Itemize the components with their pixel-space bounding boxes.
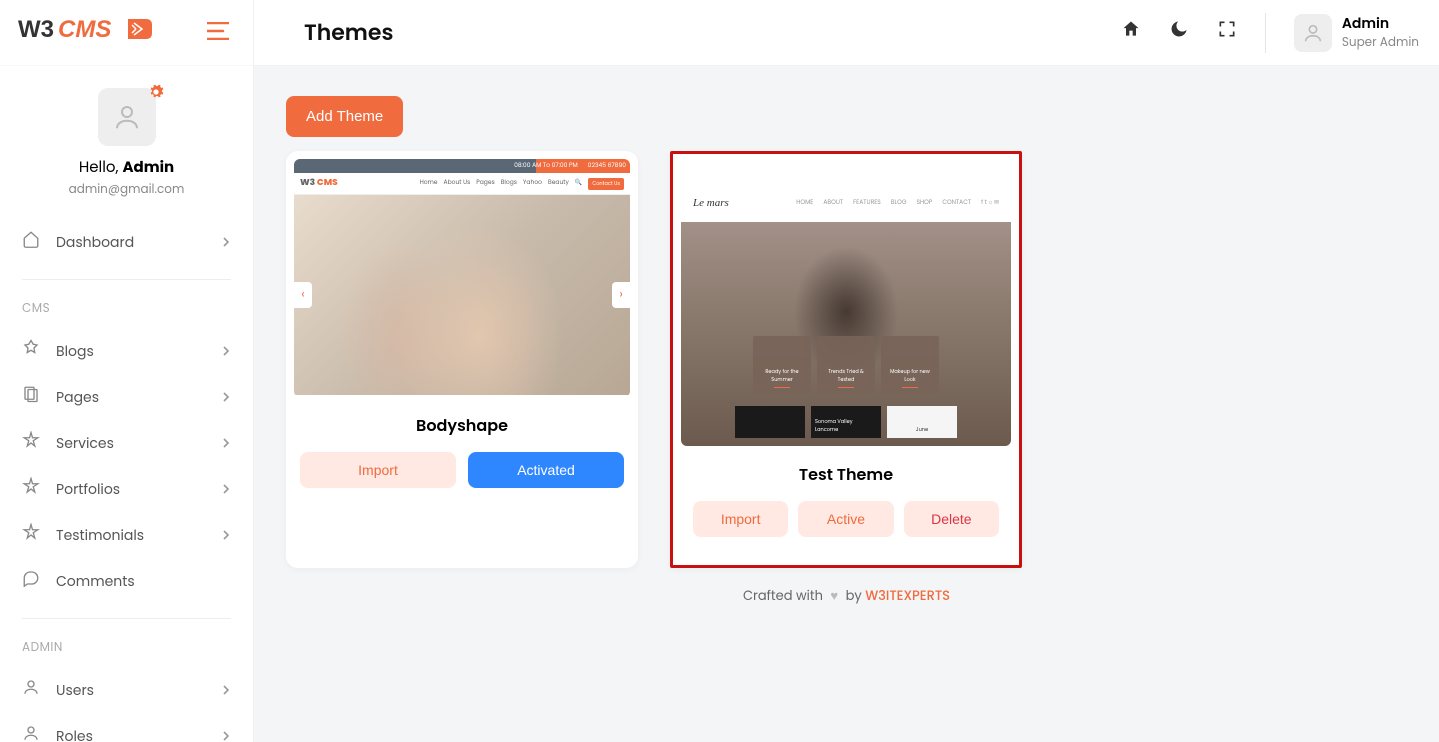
svg-text:W3: W3	[18, 16, 54, 43]
user-icon	[22, 678, 42, 702]
import-button[interactable]: Import	[300, 452, 456, 488]
sidebar-item-users[interactable]: Users	[16, 667, 237, 713]
activated-button[interactable]: Activated	[468, 452, 624, 488]
sidebar-nav: Dashboard CMS Blogs Pages Services	[0, 213, 253, 742]
user-name: Admin	[1342, 13, 1419, 34]
theme-name: Test Theme	[681, 462, 1011, 487]
gear-icon[interactable]	[148, 82, 164, 107]
nav-label: Pages	[56, 387, 99, 408]
theme-card-bodyshape: 08:00 AM To 07:00 PM02345 67890 W3 CMS H…	[286, 151, 638, 568]
moon-icon[interactable]	[1169, 19, 1189, 46]
nav-label: Dashboard	[56, 232, 134, 253]
chevron-right-icon	[221, 387, 231, 408]
logo-row: W3 CMS	[0, 0, 253, 66]
chevron-right-icon	[221, 232, 231, 253]
star-icon	[22, 523, 42, 547]
nav-label: Roles	[56, 726, 93, 742]
sidebar-item-services[interactable]: Services	[16, 420, 237, 466]
chevron-right-icon	[221, 680, 231, 701]
footer: Crafted with ♥ by W3ITEXPERTS	[286, 568, 1407, 620]
theme-preview: Le mars HOMEABOUTFEATURESBLOGSHOPCONTACT…	[681, 184, 1011, 446]
sidebar-item-blogs[interactable]: Blogs	[16, 328, 237, 374]
carousel-next-icon[interactable]: ›	[612, 282, 630, 308]
page-title: Themes	[304, 16, 393, 49]
carousel-prev-icon[interactable]: ‹	[294, 282, 312, 308]
user-chip[interactable]: Admin Super Admin	[1294, 13, 1419, 52]
hamburger-icon[interactable]	[207, 16, 229, 49]
svg-text:CMS: CMS	[58, 16, 111, 43]
add-theme-button[interactable]: Add Theme	[286, 96, 403, 137]
home-icon[interactable]	[1121, 19, 1141, 46]
nav-section-admin: ADMIN	[16, 633, 237, 667]
sidebar-item-dashboard[interactable]: Dashboard	[16, 219, 237, 265]
sidebar-item-testimonials[interactable]: Testimonials	[16, 512, 237, 558]
user-icon	[22, 724, 42, 742]
content-area: Add Theme 08:00 AM To 07:00 PM02345 6789…	[254, 66, 1439, 742]
theme-name: Bodyshape	[294, 413, 630, 438]
fullscreen-icon[interactable]	[1217, 19, 1237, 46]
sidebar: W3 CMS Hello, Admin admin@gmail.com Das	[0, 0, 254, 742]
star-icon	[22, 477, 42, 501]
pin-icon	[22, 339, 42, 363]
pages-icon	[22, 385, 42, 409]
sidebar-item-pages[interactable]: Pages	[16, 374, 237, 420]
active-button[interactable]: Active	[798, 501, 893, 537]
star-icon	[22, 431, 42, 455]
nav-label: Blogs	[56, 341, 94, 362]
sidebar-profile: Hello, Admin admin@gmail.com	[0, 66, 253, 213]
theme-preview: 08:00 AM To 07:00 PM02345 67890 W3 CMS H…	[294, 159, 630, 397]
sidebar-item-comments[interactable]: Comments	[16, 558, 237, 604]
user-role: Super Admin	[1342, 34, 1419, 52]
nav-section-cms: CMS	[16, 294, 237, 328]
comment-icon	[22, 569, 42, 593]
sidebar-item-portfolios[interactable]: Portfolios	[16, 466, 237, 512]
sidebar-email: admin@gmail.com	[0, 181, 253, 199]
theme-card-test-theme: Le mars HOMEABOUTFEATURESBLOGSHOPCONTACT…	[670, 151, 1022, 568]
nav-label: Portfolios	[56, 479, 120, 500]
home-icon	[22, 230, 42, 254]
import-button[interactable]: Import	[693, 501, 788, 537]
nav-label: Testimonials	[56, 525, 144, 546]
avatar	[1294, 14, 1332, 52]
chevron-right-icon	[221, 341, 231, 362]
header: Themes Admin Super Admin	[254, 0, 1439, 66]
sidebar-item-roles[interactable]: Roles	[16, 713, 237, 742]
heart-icon: ♥	[830, 586, 838, 605]
chevron-right-icon	[221, 479, 231, 500]
app-logo-icon: W3 CMS	[18, 15, 170, 50]
chevron-right-icon	[221, 726, 231, 742]
chevron-right-icon	[221, 433, 231, 454]
chevron-right-icon	[221, 525, 231, 546]
sidebar-avatar[interactable]	[98, 88, 156, 146]
nav-label: Comments	[56, 571, 135, 592]
delete-button[interactable]: Delete	[904, 501, 999, 537]
nav-label: Users	[56, 680, 94, 701]
footer-brand[interactable]: W3ITEXPERTS	[865, 586, 950, 605]
sidebar-greeting: Hello, Admin	[0, 156, 253, 179]
nav-label: Services	[56, 433, 114, 454]
